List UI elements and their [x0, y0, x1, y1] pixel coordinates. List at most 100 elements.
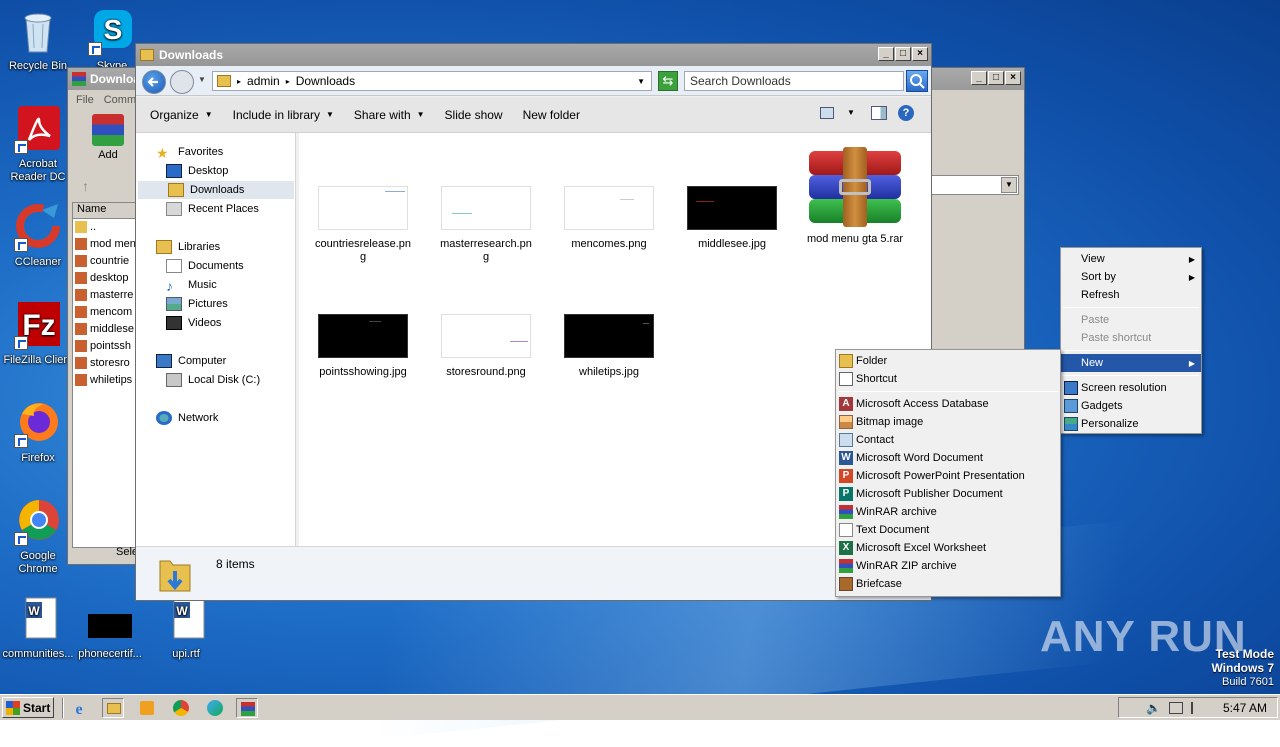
menu-item-view[interactable]: View ▶ — [1061, 250, 1201, 268]
winrar-add-button[interactable]: Add — [86, 114, 130, 161]
maximize-button[interactable]: □ — [988, 71, 1004, 85]
file-item[interactable]: mencomes.png — [554, 186, 664, 251]
organize-menu[interactable]: Organize ▼ — [150, 108, 213, 122]
new-text-doc-item[interactable]: Text Document — [836, 521, 1060, 539]
nav-desktop[interactable]: Desktop — [166, 162, 228, 180]
winrar-file-list[interactable]: Name .. mod men countrie desktop masterre men… — [72, 202, 136, 548]
change-view-icon[interactable] — [820, 107, 834, 119]
refresh-icon[interactable]: ⇆ — [658, 71, 678, 91]
new-bitmap-item[interactable]: Bitmap image — [836, 413, 1060, 431]
file-item[interactable]: mod menu gta 5.rar — [800, 147, 910, 246]
new-briefcase-item[interactable]: Briefcase — [836, 575, 1060, 593]
file-item[interactable]: storesround.png — [431, 314, 541, 379]
table-row[interactable]: masterre — [75, 287, 135, 304]
desktop-icon-filezilla[interactable]: Fz FileZilla Client — [0, 302, 76, 367]
breadcrumb-separator-icon[interactable]: ▸ — [286, 77, 290, 86]
explorer-window[interactable]: Downloads _ □ × ▼ ▸ admin ▸ Downloads ▼ … — [135, 43, 932, 601]
volume-icon[interactable]: 🔈 — [1146, 701, 1161, 715]
nav-pictures[interactable]: Pictures — [166, 295, 228, 313]
media-player-icon[interactable] — [136, 698, 158, 718]
maximize-button[interactable]: □ — [895, 47, 911, 61]
explorer-taskbar-icon[interactable] — [102, 698, 124, 718]
new-winrar-zip-item[interactable]: WinRAR ZIP archive — [836, 557, 1060, 575]
nav-videos[interactable]: Videos — [166, 314, 221, 332]
new-publisher-item[interactable]: P Microsoft Publisher Document — [836, 485, 1060, 503]
table-row[interactable]: storesro — [75, 355, 135, 372]
table-row[interactable]: mencom — [75, 304, 135, 321]
help-icon[interactable]: ? — [898, 105, 914, 121]
nav-recent-places[interactable]: Recent Places — [166, 200, 259, 218]
new-shortcut-item[interactable]: Shortcut — [836, 370, 1060, 388]
new-word-doc-item[interactable]: W Microsoft Word Document — [836, 449, 1060, 467]
desktop-icon-firefox[interactable]: Firefox — [0, 400, 76, 465]
ie-icon[interactable]: e — [68, 698, 90, 718]
start-button[interactable]: Start — [2, 697, 54, 718]
desktop[interactable]: Recycle Bin S Skype Acrobat Reader DC CC… — [0, 0, 1280, 747]
menu-file[interactable]: File — [76, 94, 94, 106]
menu-item-screen-resolution[interactable]: Screen resolution — [1061, 379, 1201, 397]
new-folder-item[interactable]: Folder — [836, 352, 1060, 370]
desktop-icon-upi-rtf[interactable]: W upi.rtf — [148, 596, 224, 661]
menu-item-paste-shortcut[interactable]: Paste shortcut — [1061, 329, 1201, 347]
table-row[interactable]: whiletips — [75, 372, 135, 389]
table-row[interactable]: .. — [75, 219, 135, 236]
new-contact-item[interactable]: Contact — [836, 431, 1060, 449]
close-button[interactable]: × — [1005, 71, 1021, 85]
file-item[interactable]: middlesee.jpg — [677, 186, 787, 251]
action-center-flag-icon[interactable] — [1190, 701, 1203, 714]
back-button[interactable] — [142, 70, 166, 94]
search-button[interactable] — [906, 70, 928, 92]
chrome-taskbar-icon[interactable] — [170, 698, 192, 718]
menu-commands[interactable]: Comm — [104, 94, 136, 106]
chevron-down-icon[interactable]: ▼ — [1001, 177, 1017, 193]
nav-documents[interactable]: Documents — [166, 257, 244, 275]
include-in-library-menu[interactable]: Include in library ▼ — [233, 108, 334, 122]
address-history-chevron-icon[interactable]: ▼ — [637, 77, 645, 86]
minimize-button[interactable]: _ — [971, 71, 987, 85]
file-item[interactable]: pointsshowing.jpg — [308, 314, 418, 379]
recent-pages-chevron-icon[interactable]: ▼ — [198, 75, 206, 84]
new-excel-item[interactable]: X Microsoft Excel Worksheet — [836, 539, 1060, 557]
winrar-path-dropdown[interactable]: ▼ — [931, 175, 1019, 195]
desktop-icon-ccleaner[interactable]: CCleaner — [0, 204, 76, 269]
nav-network[interactable]: Network — [156, 409, 218, 427]
forward-button[interactable] — [170, 70, 194, 94]
menu-item-gadgets[interactable]: Gadgets — [1061, 397, 1201, 415]
close-button[interactable]: × — [912, 47, 928, 61]
new-ppt-item[interactable]: P Microsoft PowerPoint Presentation — [836, 467, 1060, 485]
search-input[interactable]: Search Downloads — [684, 71, 904, 91]
nav-favorites[interactable]: ★ Favorites — [156, 143, 223, 161]
breadcrumb[interactable]: ▸ admin ▸ Downloads ▼ — [212, 71, 652, 91]
edge-icon[interactable] — [204, 698, 226, 718]
new-access-db-item[interactable]: A Microsoft Access Database — [836, 395, 1060, 413]
menu-item-sort-by[interactable]: Sort by ▶ — [1061, 268, 1201, 286]
slide-show-button[interactable]: Slide show — [445, 108, 503, 122]
view-options-chevron-icon[interactable]: ▼ — [847, 108, 855, 117]
file-item[interactable]: masterresearch.pn g — [431, 186, 541, 264]
new-folder-button[interactable]: New folder — [523, 108, 580, 122]
table-row[interactable]: mod men — [75, 236, 135, 253]
share-with-menu[interactable]: Share with ▼ — [354, 108, 425, 122]
new-winrar-item[interactable]: WinRAR archive — [836, 503, 1060, 521]
nav-libraries[interactable]: Libraries — [156, 238, 220, 256]
desktop-icon-recycle-bin[interactable]: Recycle Bin — [0, 8, 76, 73]
menu-item-paste[interactable]: Paste — [1061, 311, 1201, 329]
network-tray-icon[interactable] — [1168, 701, 1183, 714]
explorer-titlebar[interactable]: Downloads — [136, 44, 931, 66]
nav-downloads[interactable]: Downloads — [138, 181, 294, 199]
file-item[interactable]: countriesrelease.pn g — [308, 186, 418, 264]
nav-computer[interactable]: Computer — [156, 352, 226, 370]
breadcrumb-downloads[interactable]: Downloads — [296, 74, 355, 88]
minimize-button[interactable]: _ — [878, 47, 894, 61]
preview-pane-icon[interactable] — [871, 106, 887, 120]
desktop-icon-phonecertif[interactable]: phonecertif... — [72, 596, 148, 661]
clock[interactable]: 5:47 AM — [1223, 701, 1267, 715]
menu-item-new[interactable]: New ▶ — [1061, 354, 1201, 372]
winrar-taskbar-icon[interactable] — [236, 698, 258, 718]
file-item[interactable]: whiletips.jpg — [554, 314, 664, 379]
desktop-icon-chrome[interactable]: Google Chrome — [0, 498, 76, 576]
breadcrumb-admin[interactable]: admin — [247, 74, 280, 88]
column-header-name[interactable]: Name — [73, 203, 135, 219]
menu-item-refresh[interactable]: Refresh — [1061, 286, 1201, 304]
table-row[interactable]: countrie — [75, 253, 135, 270]
